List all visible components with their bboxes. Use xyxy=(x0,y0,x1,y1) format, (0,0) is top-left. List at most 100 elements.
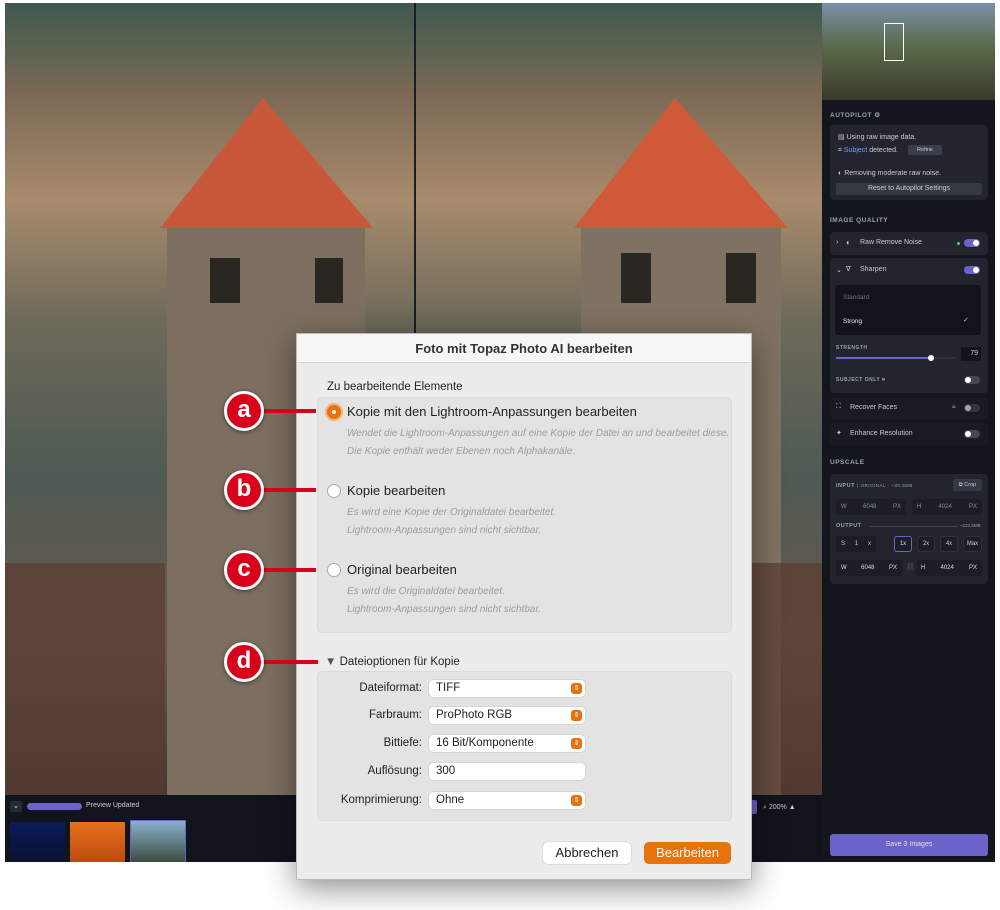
resolution-input[interactable]: 300 xyxy=(429,763,585,780)
scale-1x-button[interactable]: 1x xyxy=(894,536,912,552)
file-option-select[interactable]: 16 Bit/Komponente ⇕ xyxy=(429,735,585,752)
reset-autopilot-button[interactable]: Reset to Autopilot Settings xyxy=(836,183,982,195)
recover-faces-label: Recover Faces xyxy=(850,404,898,411)
sharpen-label: Sharpen xyxy=(860,266,887,273)
subject-text: detected. xyxy=(867,147,898,154)
option-label[interactable]: Kopie mit den Lightroom-Anpassungen bear… xyxy=(347,404,637,419)
selected-value: Ohne xyxy=(436,794,465,806)
slider-knob[interactable] xyxy=(927,355,934,361)
file-option-select[interactable]: ProPhoto RGB ⇕ xyxy=(429,707,585,724)
save-images-button[interactable]: Save 3 Images xyxy=(830,834,988,856)
selected-value: TIFF xyxy=(436,682,461,694)
scale-4x-button[interactable]: 4x xyxy=(940,536,958,552)
raw-noise-toggle[interactable] xyxy=(964,239,980,247)
selected-value: 16 Bit/Komponente xyxy=(436,737,534,749)
recover-faces-row[interactable]: ⛶ Recover Faces 🔒︎ xyxy=(830,397,988,419)
raw-remove-noise-row[interactable]: › ◐ Raw Remove Noise xyxy=(830,232,988,255)
noise-icon: ◐ xyxy=(846,238,851,247)
zoom-level[interactable]: 200% xyxy=(769,804,787,811)
input-info: | ORIGINAL · ~30,9MB xyxy=(857,483,913,488)
scale-value: 1 xyxy=(854,541,859,547)
radio-option-b[interactable] xyxy=(327,484,341,498)
mode-strong[interactable]: Strong xyxy=(843,318,862,325)
collapse-icon[interactable]: ⌄ xyxy=(10,801,22,812)
input-label: INPUT xyxy=(836,483,855,489)
output-size: ~123,6MB xyxy=(960,523,981,528)
option-description: Es wird die Originaldatei bearbeitet. xyxy=(347,586,505,597)
sharpen-toggle[interactable] xyxy=(964,266,980,274)
file-option-label: Farbraum: xyxy=(368,709,422,721)
scale-2x-button[interactable]: 2x xyxy=(917,536,935,552)
mode-standard[interactable]: Standard xyxy=(843,294,869,301)
output-height-field[interactable]: H 4024 PX xyxy=(916,560,982,576)
s-label: S xyxy=(841,541,846,547)
cancel-button[interactable]: Abbrechen xyxy=(543,842,631,864)
w-label: W xyxy=(841,504,847,510)
triangle-down-icon[interactable]: ▼ xyxy=(325,656,340,668)
strength-slider[interactable] xyxy=(836,355,956,361)
chevron-down-icon[interactable]: ⌄ xyxy=(836,266,842,274)
sparkle-icon: ✦ xyxy=(836,430,842,437)
thumbnail-1[interactable] xyxy=(10,822,65,862)
option-label[interactable]: Kopie bearbeiten xyxy=(347,483,445,498)
sharpen-icon: ∇ xyxy=(846,266,851,273)
enhance-toggle[interactable] xyxy=(964,430,980,438)
sharpen-mode-list: Standard Strong ✓ xyxy=(835,285,981,335)
option-description: Lightroom-Anpassungen sind nicht sichtba… xyxy=(347,525,542,536)
crop-button[interactable]: ⧉ Crop xyxy=(953,479,982,491)
zoom-up-icon[interactable]: ▲ xyxy=(789,804,796,811)
file-option-select[interactable]: Ohne ⇕ xyxy=(429,792,585,809)
h-label: H xyxy=(921,565,926,571)
sharpen-box: ⌄ ∇ Sharpen Standard Strong ✓ STRENGTH 79 … xyxy=(830,258,988,393)
viewport-frame[interactable] xyxy=(884,23,904,61)
output-width: 6048 xyxy=(861,565,875,571)
thumbnail-2[interactable] xyxy=(70,822,125,862)
scale-max-button[interactable]: Max xyxy=(963,536,982,552)
file-options-disclosure[interactable]: ▼ Dateioptionen für Kopie xyxy=(325,656,460,668)
px-unit: PX xyxy=(968,565,977,571)
raw-info: Using raw image data. xyxy=(846,134,917,141)
callout-line xyxy=(262,409,316,413)
select-arrows-icon[interactable]: ⇕ xyxy=(571,683,582,694)
raw-remove-noise-label: Raw Remove Noise xyxy=(860,239,922,246)
select-arrows-icon[interactable]: ⇕ xyxy=(571,738,582,749)
enhance-resolution-label: Enhance Resolution xyxy=(850,430,913,437)
edit-button[interactable]: Bearbeiten xyxy=(644,842,731,864)
select-arrows-icon[interactable]: ⇕ xyxy=(571,795,582,806)
output-width-field[interactable]: W 6048 PX xyxy=(836,560,902,576)
thumbnail-3-selected[interactable] xyxy=(130,820,186,862)
callout-c: c xyxy=(224,550,264,590)
recover-faces-toggle[interactable] xyxy=(964,404,980,412)
x-unit: x xyxy=(867,541,871,547)
dialog-title: Foto mit Topaz Photo AI bearbeiten xyxy=(297,334,751,363)
select-arrows-icon[interactable]: ⇕ xyxy=(571,710,582,721)
px-unit: PX xyxy=(888,565,897,571)
output-label: OUTPUT xyxy=(836,523,862,529)
refine-button[interactable]: Refine xyxy=(908,145,942,155)
subject-only-toggle[interactable] xyxy=(964,376,980,384)
scale-field[interactable]: S 1 x xyxy=(836,536,876,552)
input-width-field: W 6048 PX xyxy=(836,499,906,515)
divider xyxy=(870,526,958,527)
radio-option-a[interactable] xyxy=(327,405,341,419)
callout-b: b xyxy=(224,470,264,510)
chevron-right-icon[interactable]: › xyxy=(836,239,838,246)
link-icon[interactable]: ⛓ xyxy=(906,563,915,571)
file-option-label: Komprimierung: xyxy=(340,794,422,806)
face-icon: ⛶ xyxy=(836,403,841,410)
lock-icon: 🔒︎ xyxy=(952,403,956,410)
file-option-select[interactable]: TIFF ⇕ xyxy=(429,680,585,697)
navigator-thumbnail[interactable] xyxy=(822,3,995,100)
file-option-label: Bittiefe: xyxy=(383,737,422,749)
active-dot xyxy=(957,242,960,245)
gear-icon[interactable]: ⚙ xyxy=(874,112,880,119)
subject-icon: ⌗ xyxy=(881,377,886,383)
radio-option-c[interactable] xyxy=(327,563,341,577)
input-height: 4024 xyxy=(938,504,952,510)
subject-link[interactable]: Subject xyxy=(844,147,867,154)
strength-value[interactable]: 79 xyxy=(961,347,981,361)
option-label[interactable]: Original bearbeiten xyxy=(347,562,457,577)
upscale-box: INPUT | ORIGINAL · ~30,9MB ⧉ Crop W 6048 P… xyxy=(830,474,988,584)
file-options-title: Dateioptionen für Kopie xyxy=(339,656,460,668)
enhance-resolution-row[interactable]: ✦ Enhance Resolution xyxy=(830,423,988,445)
